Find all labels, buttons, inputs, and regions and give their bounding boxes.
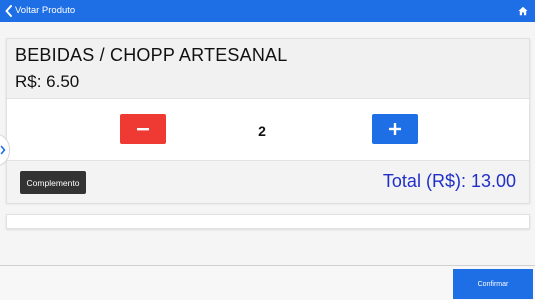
plus-icon [389, 123, 401, 135]
decrement-button[interactable] [120, 114, 166, 144]
home-icon [518, 6, 528, 16]
total-row: Complemento Total (R$): 13.00 [7, 160, 529, 203]
back-button[interactable]: Voltar Produto [4, 5, 75, 17]
chevron-left-icon [5, 5, 12, 17]
product-card: BEBIDAS / CHOPP ARTESANAL R$: 6.50 2 Com… [6, 38, 530, 203]
bottom-bar: Confirmar [0, 265, 535, 300]
empty-panel [6, 214, 530, 229]
top-app-bar: Voltar Produto [0, 0, 535, 22]
complemento-button[interactable]: Complemento [20, 171, 86, 194]
quantity-value: 2 [258, 123, 266, 139]
product-header: BEBIDAS / CHOPP ARTESANAL R$: 6.50 [7, 39, 529, 99]
product-name: BEBIDAS / CHOPP ARTESANAL [15, 45, 288, 65]
confirm-button[interactable]: Confirmar [453, 269, 533, 299]
increment-button[interactable] [372, 114, 418, 144]
chevron-right-icon [0, 145, 6, 155]
minus-icon [137, 128, 149, 131]
home-button[interactable] [518, 6, 529, 17]
total-amount: Total (R$): 13.00 [382, 171, 516, 191]
back-button-label: Voltar Produto [15, 5, 76, 17]
quantity-row: 2 [7, 99, 529, 160]
product-price: R$: 6.50 [15, 72, 80, 91]
